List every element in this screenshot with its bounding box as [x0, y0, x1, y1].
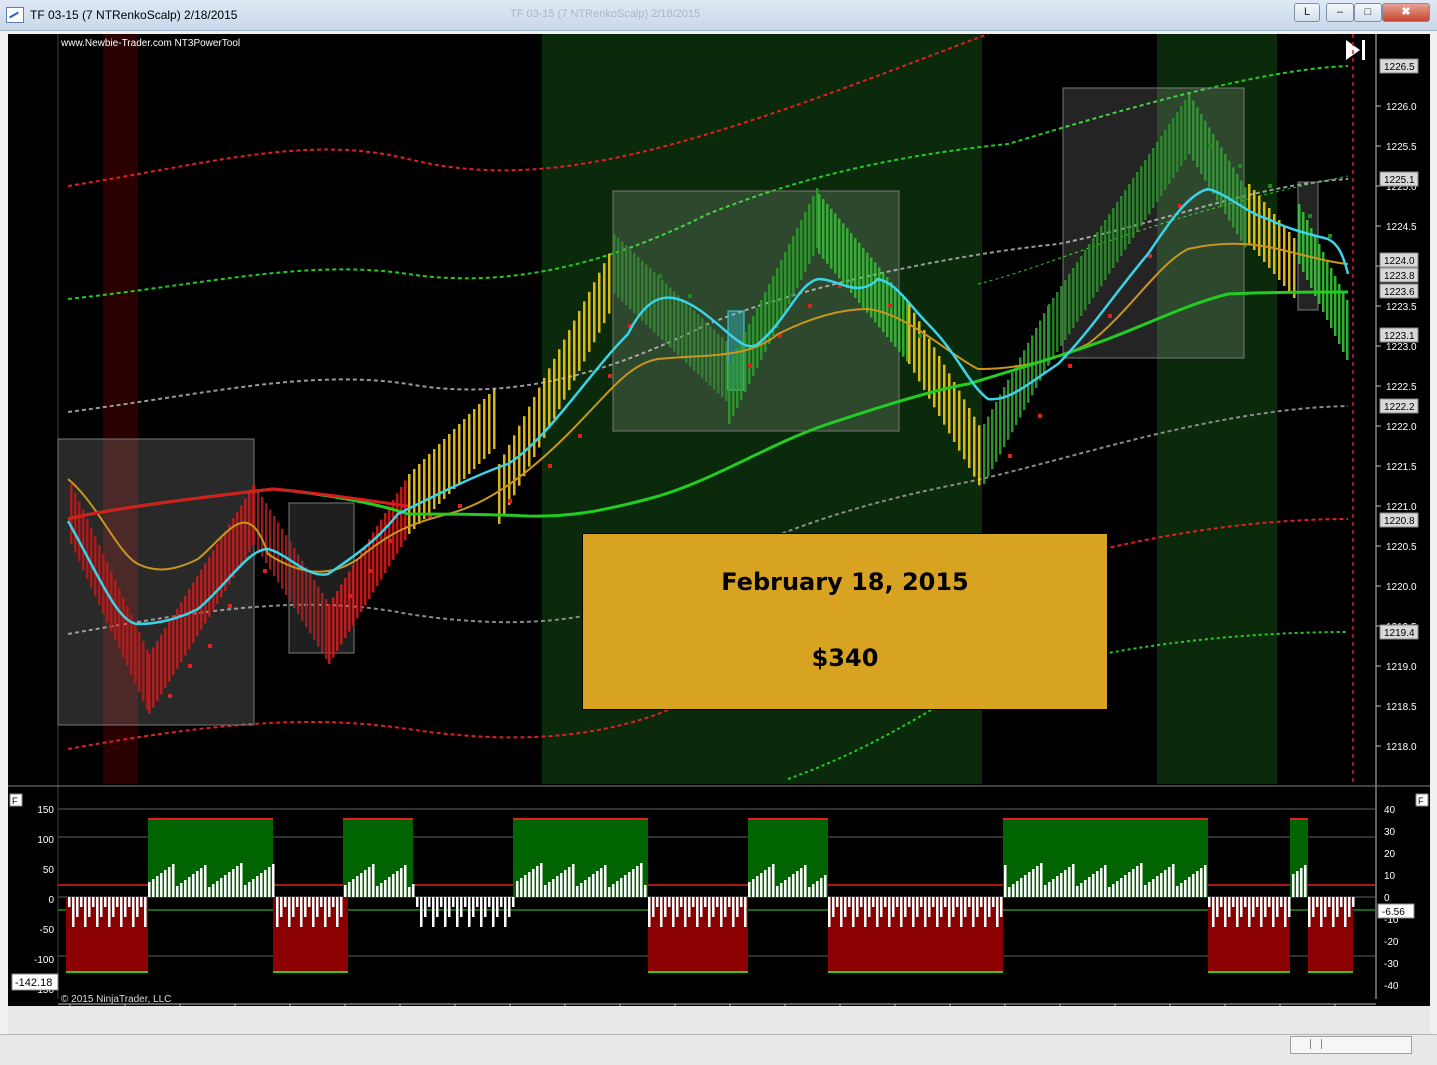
price-tick-label: 1220.5 [1386, 542, 1417, 553]
osc-right-tick: 40 [1384, 805, 1396, 816]
price-marker-label: 1225.1 [1384, 175, 1415, 186]
range-box [1062, 87, 1245, 359]
minimize-button[interactable]: – [1326, 3, 1354, 22]
osc-left-tick: -100 [34, 955, 54, 966]
copyright-text: © 2015 NinjaTrader, LLC [61, 994, 171, 1005]
title-bar: TF 03-15 (7 NTRenkoScalp) 2/18/2015 TF 0… [0, 0, 1437, 31]
osc-left-tick: 150 [37, 805, 54, 816]
price-marker-label: 1223.1 [1384, 331, 1415, 342]
price-tick-label: 1222.0 [1386, 422, 1417, 433]
osc-right-tick: 20 [1384, 849, 1396, 860]
osc-left-tick: 100 [37, 835, 54, 846]
panel-flag-left[interactable]: F [12, 796, 18, 806]
osc-right-marker: -6.56 [1382, 907, 1405, 918]
osc-right-tick: -40 [1384, 981, 1399, 992]
osc-right-tick: -20 [1384, 937, 1399, 948]
price-marker-label: 1226.5 [1384, 62, 1415, 73]
price-tick-label: 1223.5 [1386, 302, 1417, 313]
osc-left-marker: -142.18 [15, 977, 52, 989]
price-tick-label: 1223.0 [1386, 342, 1417, 353]
layout-button[interactable]: L [1294, 3, 1320, 22]
summary-amount: $340 [811, 644, 879, 672]
scrollbar-thumb[interactable] [1310, 1039, 1322, 1049]
osc-right-tick: 0 [1384, 893, 1390, 904]
price-tick-label: 1220.0 [1386, 582, 1417, 593]
close-button[interactable]: ✖ [1382, 3, 1430, 22]
price-marker-label: 1222.2 [1384, 402, 1415, 413]
price-tick-label: 1221.0 [1386, 502, 1417, 513]
price-marker-label: 1223.6 [1384, 287, 1415, 298]
chart-app-icon [6, 7, 24, 23]
osc-right-tick: 30 [1384, 827, 1396, 838]
price-tick-label: 1218.0 [1386, 742, 1417, 753]
price-marker-label: 1223.8 [1384, 271, 1415, 282]
osc-left-tick: 0 [48, 895, 54, 906]
status-bar [0, 1034, 1437, 1065]
price-marker-label: 1219.4 [1384, 628, 1415, 639]
price-tick-label: 1224.5 [1386, 222, 1417, 233]
price-marker-label: 1224.0 [1384, 256, 1415, 267]
window-title: TF 03-15 (7 NTRenkoScalp) 2/18/2015 [30, 8, 238, 22]
background-window-title: TF 03-15 (7 NTRenkoScalp) 2/18/2015 [510, 8, 701, 20]
price-tick-label: 1226.0 [1386, 102, 1417, 113]
watermark-text: www.Newbie-Trader.com NT3PowerTool [60, 38, 240, 49]
trade-summary-box: February 18, 2015 $340 [582, 533, 1108, 710]
price-tick-label: 1222.5 [1386, 382, 1417, 393]
panel-flag-right[interactable]: F [1418, 796, 1424, 806]
price-tick-label: 1225.5 [1386, 142, 1417, 153]
price-tick-label: 1221.5 [1386, 462, 1417, 473]
osc-left-tick: 50 [43, 865, 55, 876]
price-marker-label: 1220.8 [1384, 516, 1415, 527]
maximize-button[interactable]: □ [1354, 3, 1382, 22]
price-tick-label: 1219.0 [1386, 662, 1417, 673]
horizontal-scrollbar[interactable] [1290, 1036, 1412, 1054]
osc-right-tick: 10 [1384, 871, 1396, 882]
price-tick-label: 1218.5 [1386, 702, 1417, 713]
osc-right-tick: -30 [1384, 959, 1399, 970]
summary-date: February 18, 2015 [721, 568, 969, 596]
osc-left-tick: -50 [40, 925, 55, 936]
